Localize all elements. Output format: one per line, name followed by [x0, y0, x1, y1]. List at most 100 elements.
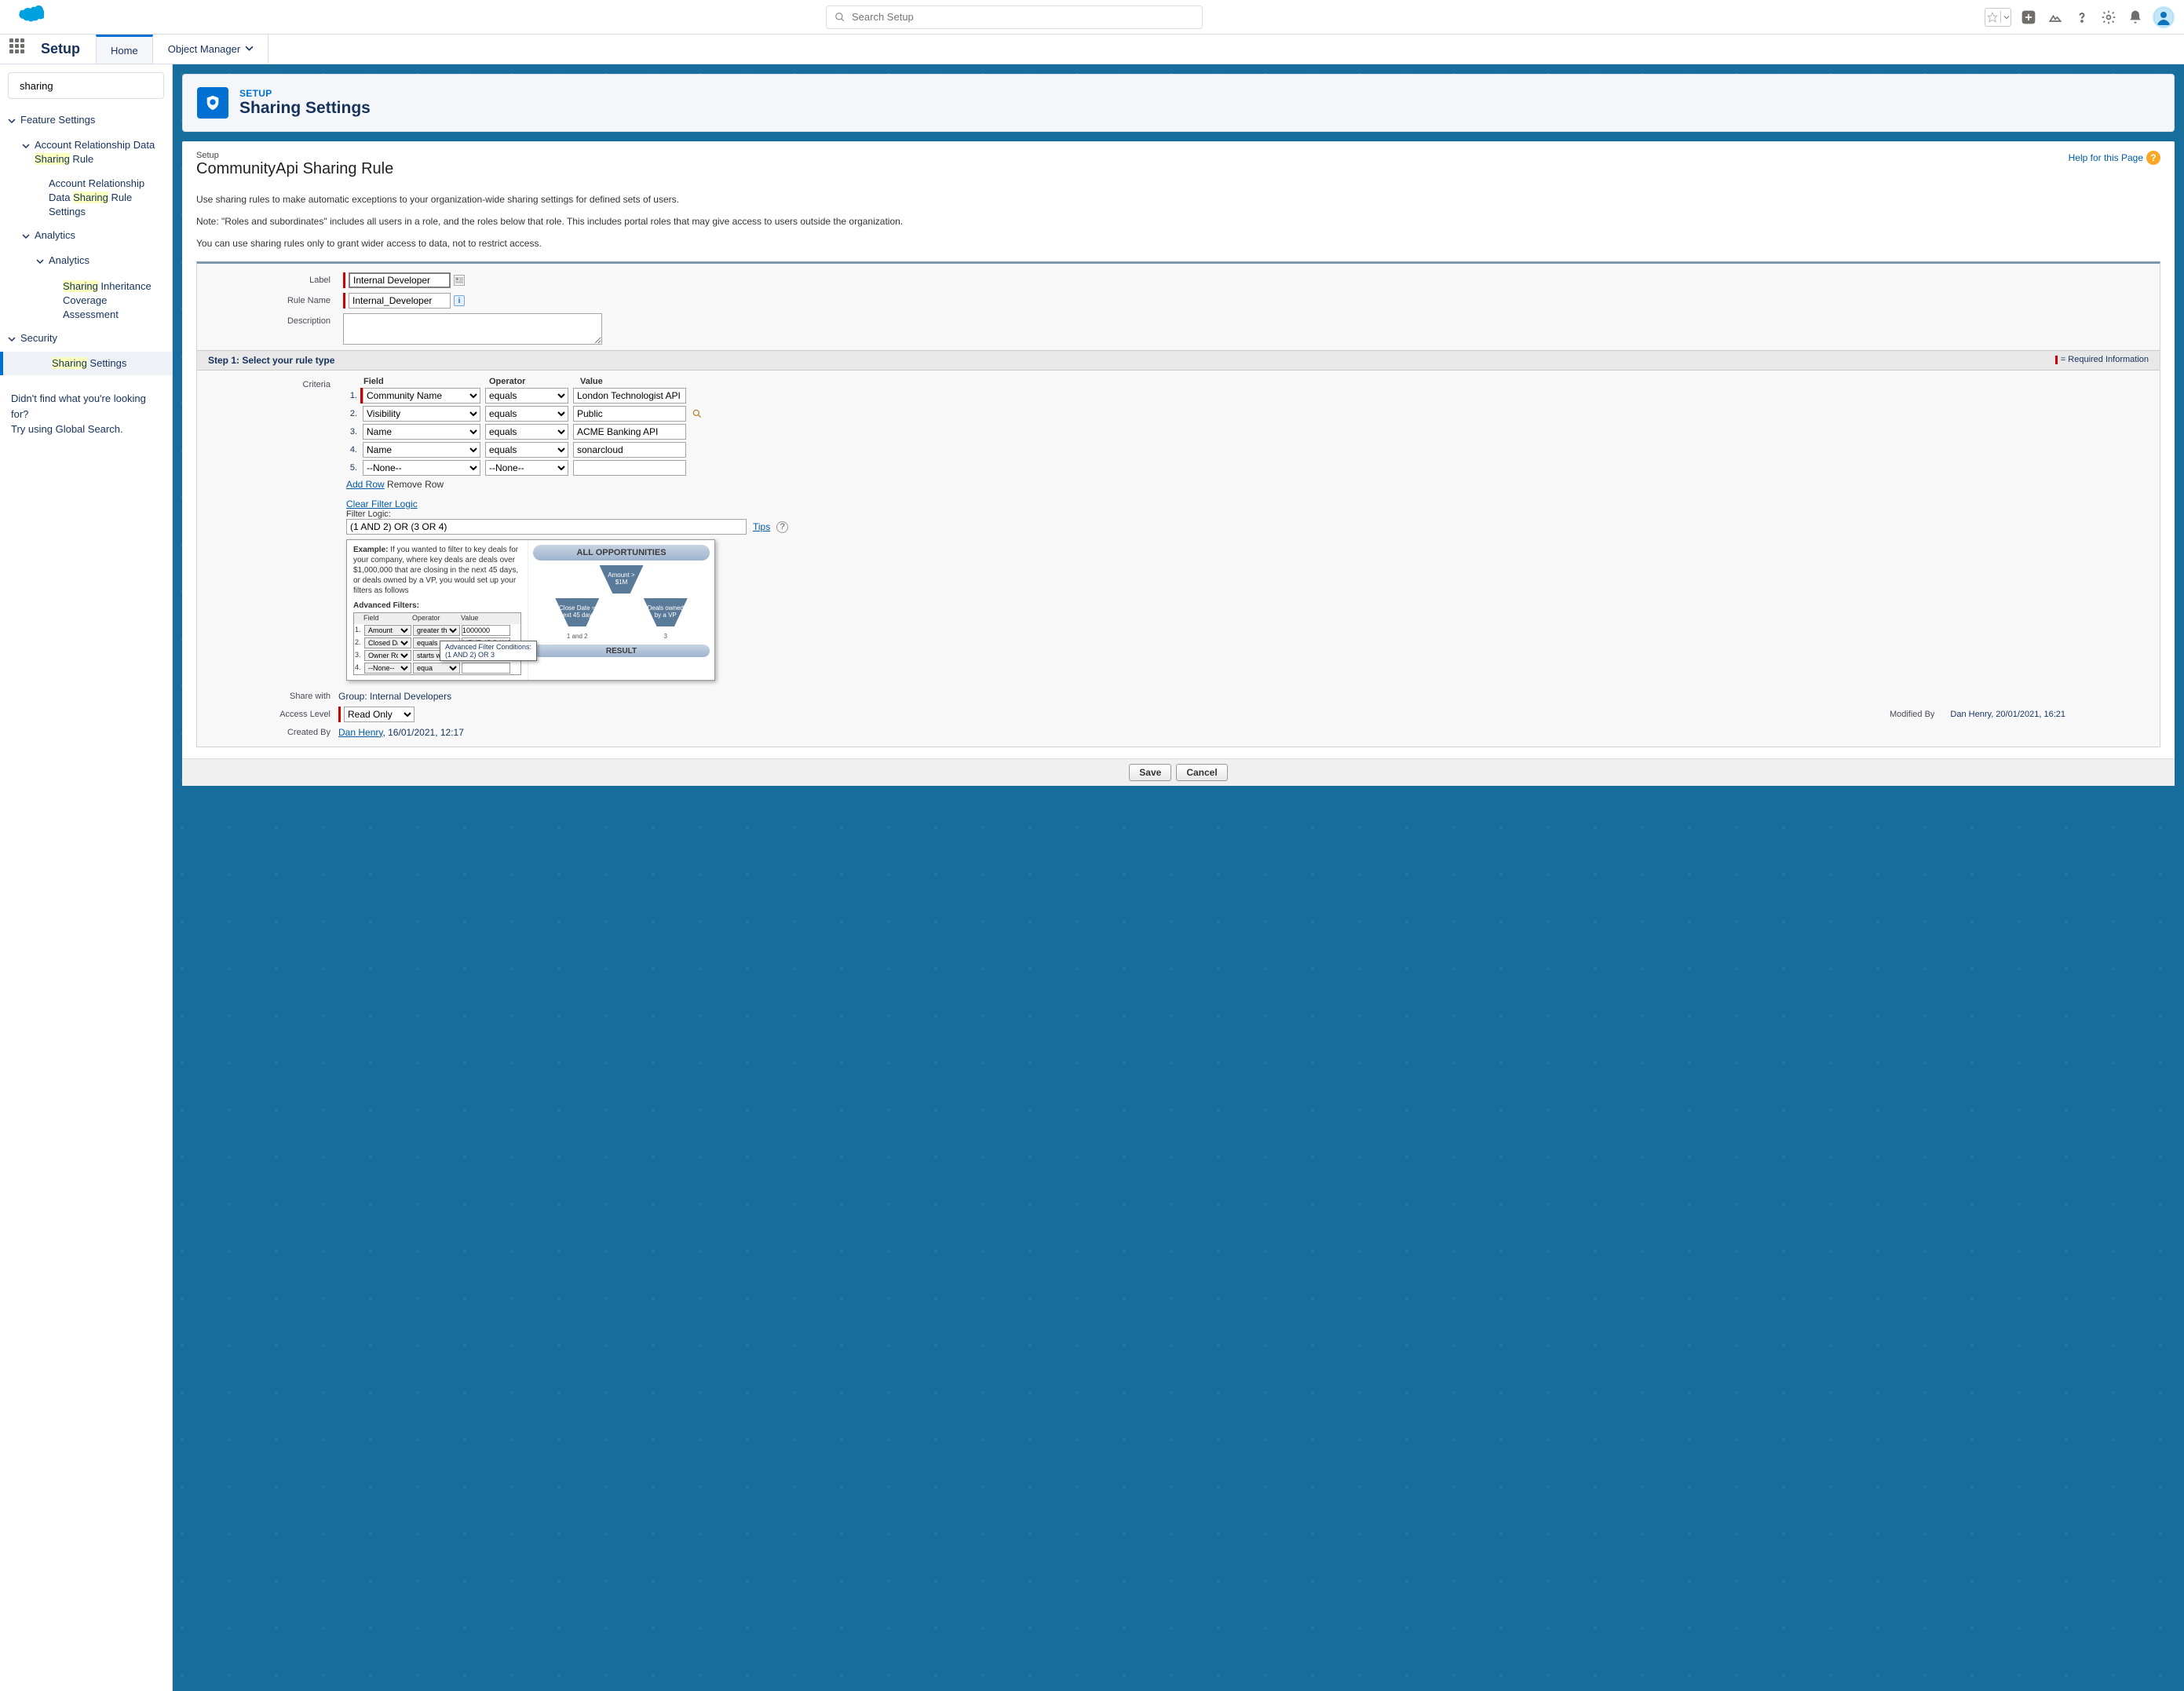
filter-logic-input[interactable]	[346, 519, 747, 535]
sidebar-item[interactable]: Security	[8, 327, 164, 352]
label-input[interactable]	[349, 272, 451, 288]
page-title: Sharing Settings	[239, 99, 371, 118]
global-search[interactable]	[826, 5, 1203, 29]
description-3: You can use sharing rules only to grant …	[196, 236, 2160, 250]
sidebar-item[interactable]: Sharing Settings	[0, 352, 172, 375]
callout-value: (1 AND 2) OR 3	[445, 651, 531, 659]
panel-super: Setup	[196, 151, 393, 160]
description-1: Use sharing rules to make automatic exce…	[196, 192, 2160, 206]
page-super-title: SETUP	[239, 88, 371, 99]
clear-filter-logic-link[interactable]: Clear Filter Logic	[346, 499, 418, 509]
criteria-field-select[interactable]: Name	[363, 424, 480, 440]
tab-object-manager-label: Object Manager	[168, 43, 241, 55]
setup-gear-icon[interactable]	[2099, 8, 2118, 27]
page-header: SETUP Sharing Settings	[182, 74, 2175, 132]
required-info-label: = Required Information	[2055, 355, 2149, 366]
save-button[interactable]: Save	[1129, 764, 1171, 781]
sidebar-footer: Didn't find what you're looking for? Try…	[8, 391, 164, 437]
criteria-field-select[interactable]: Visibility	[363, 406, 480, 422]
row-number: 5.	[346, 463, 360, 473]
sidebar-item[interactable]: Feature Settings	[8, 108, 164, 133]
help-for-page-link[interactable]: Help for this Page ?	[2069, 151, 2160, 165]
criteria-operator-select[interactable]: equals	[485, 388, 568, 404]
add-row-link[interactable]: Add Row	[346, 479, 385, 490]
row-number: 2.	[346, 409, 360, 418]
criteria-operator-select[interactable]: equals	[485, 406, 568, 422]
rule-name-input[interactable]	[349, 293, 451, 309]
criteria-value-input[interactable]	[573, 406, 686, 422]
tips-link[interactable]: Tips	[753, 521, 770, 532]
chevron-down-icon	[245, 43, 254, 55]
row-number: 3.	[346, 427, 360, 436]
sidebar-quickfind[interactable]	[8, 72, 164, 99]
modified-by-user-link[interactable]: Dan Henry	[1950, 710, 1991, 719]
chevron-down-icon	[8, 333, 17, 347]
criteria-value-input[interactable]	[573, 460, 686, 476]
info-icon[interactable]: i	[454, 295, 465, 306]
shield-icon	[197, 87, 228, 119]
access-level-select[interactable]: Read Only	[344, 707, 415, 722]
add-icon[interactable]	[2019, 8, 2038, 27]
sidebar-quickfind-input[interactable]	[20, 80, 158, 92]
funnel-2: Close Date = next 45 days	[555, 598, 599, 626]
criteria-row: 1.Community Name equals	[346, 388, 2160, 404]
remove-row-text: Remove Row	[387, 479, 444, 490]
help-icon[interactable]	[2073, 8, 2091, 27]
lookup-icon[interactable]	[691, 407, 703, 420]
access-level-label: Access Level	[197, 710, 338, 719]
nav-bar: Setup Home Object Manager	[0, 35, 2184, 64]
tips-help-icon[interactable]: ?	[776, 521, 788, 533]
criteria-row: 5.--None----None--	[346, 460, 2160, 476]
criteria-field-select[interactable]: --None--	[363, 460, 480, 476]
criteria-row: 4.Nameequals	[346, 442, 2160, 458]
criteria-value-input[interactable]	[573, 442, 686, 458]
example-headline-pre: Example:	[353, 546, 390, 554]
criteria-value-input[interactable]	[573, 424, 686, 440]
criteria-operator-select[interactable]: equals	[485, 442, 568, 458]
app-launcher-icon[interactable]	[9, 38, 31, 60]
card-icon[interactable]	[454, 275, 465, 286]
sidebar-item[interactable]: Analytics	[8, 249, 164, 274]
criteria-field-select[interactable]: Name	[363, 442, 480, 458]
sidebar-item[interactable]: Account Relationship Data Sharing Rule	[8, 133, 164, 171]
criteria-label: Criteria	[197, 377, 338, 389]
global-search-input[interactable]	[852, 11, 1194, 23]
user-avatar[interactable]	[2153, 6, 2175, 28]
panel-title: CommunityApi Sharing Rule	[196, 160, 393, 178]
help-question-icon: ?	[2146, 151, 2160, 165]
filter-logic-label: Filter Logic:	[346, 509, 2160, 519]
notifications-icon[interactable]	[2126, 8, 2145, 27]
col-field-header: Field	[363, 377, 484, 386]
setup-sidebar: Feature SettingsAccount Relationship Dat…	[0, 64, 173, 1691]
created-by-date: , 16/01/2021, 12:17	[382, 727, 463, 738]
example-result-bar: RESULT	[533, 645, 710, 657]
sidebar-item[interactable]: Analytics	[8, 224, 164, 249]
description-textarea[interactable]	[343, 313, 602, 345]
trailhead-icon[interactable]	[2046, 8, 2065, 27]
sidebar-item[interactable]: Account Relationship Data Sharing Rule S…	[8, 172, 164, 225]
criteria-operator-select[interactable]: --None--	[485, 460, 568, 476]
required-indicator	[343, 272, 345, 288]
chevron-down-icon	[22, 230, 31, 244]
cancel-button[interactable]: Cancel	[1176, 764, 1227, 781]
step1-header: Step 1: Select your rule type	[208, 355, 334, 366]
description-label: Description	[197, 313, 338, 345]
criteria-operator-select[interactable]: equals	[485, 424, 568, 440]
favorites-button[interactable]	[1985, 8, 2011, 27]
salesforce-logo	[9, 5, 44, 29]
tab-object-manager[interactable]: Object Manager	[153, 35, 269, 64]
tab-home[interactable]: Home	[96, 35, 153, 64]
created-by-user-link[interactable]: Dan Henry	[338, 727, 382, 738]
sidebar-item[interactable]: Sharing Inheritance Coverage Assessment	[8, 275, 164, 327]
help-for-page-label: Help for this Page	[2069, 152, 2143, 163]
global-header	[0, 0, 2184, 35]
label-label: Label	[197, 272, 338, 288]
main-panel: Setup CommunityApi Sharing Rule Help for…	[182, 141, 2175, 786]
criteria-value-input[interactable]	[573, 388, 686, 404]
row-number: 1.	[346, 391, 360, 400]
example-callout: Advanced Filter Conditions: (1 AND 2) OR…	[440, 641, 537, 661]
share-with-value: Group: Internal Developers	[338, 691, 451, 702]
criteria-field-select[interactable]: Community Name	[363, 388, 480, 404]
funnel-3: Deals owned by a VP	[644, 598, 688, 626]
form-block: Label Rule Name i	[196, 261, 2160, 747]
